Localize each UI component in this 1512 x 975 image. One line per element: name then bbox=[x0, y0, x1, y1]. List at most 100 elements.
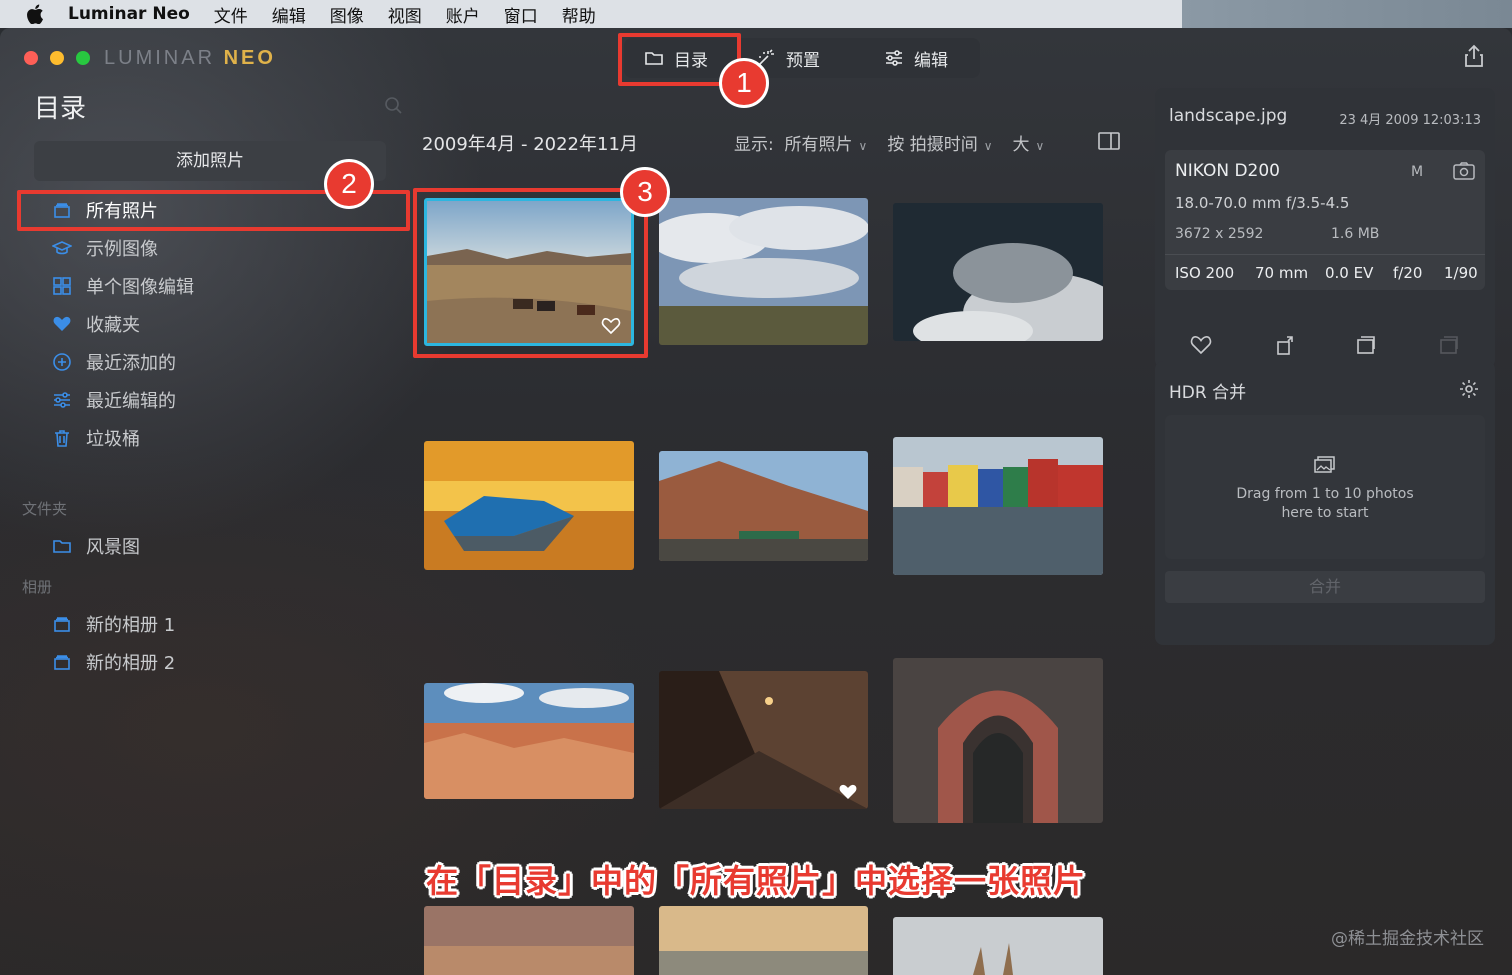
exif-box: NIKON D200 M 18.0-70.0 mm f/3.5-4.5 3672… bbox=[1165, 150, 1485, 290]
file-size: 1.6 MB bbox=[1331, 226, 1380, 242]
album-item-label: 新的相册 2 bbox=[86, 653, 176, 674]
menu-window[interactable]: 窗口 bbox=[504, 2, 538, 27]
gear-icon[interactable] bbox=[1459, 379, 1479, 399]
menu-file[interactable]: 文件 bbox=[214, 2, 248, 27]
filter-bar: 显示: 所有照片 ∨ 按 拍摄时间 ∨ 大 ∨ bbox=[734, 130, 1044, 155]
sidebar-item-label: 最近编辑的 bbox=[86, 391, 176, 412]
sidebar-item-label: 收藏夹 bbox=[86, 315, 140, 336]
photo-thumbnail[interactable] bbox=[424, 683, 634, 799]
photo-thumbnail[interactable] bbox=[424, 906, 634, 975]
chevron-down-icon: ∨ bbox=[983, 139, 993, 153]
step-badge-3: 3 bbox=[620, 167, 670, 217]
chevron-down-icon: ∨ bbox=[858, 139, 868, 153]
hdr-title: HDR 合并 bbox=[1169, 383, 1247, 403]
sidebar-item-favorites[interactable]: 收藏夹 bbox=[22, 305, 406, 343]
menu-help[interactable]: 帮助 bbox=[562, 2, 596, 27]
colorful-houses-photo bbox=[893, 437, 1103, 575]
sidebar-item-recently-edited[interactable]: 最近编辑的 bbox=[22, 381, 406, 419]
menu-app-name[interactable]: Luminar Neo bbox=[68, 4, 190, 24]
album-item[interactable]: 新的相册 2 bbox=[52, 649, 175, 675]
sort-dropdown[interactable]: 按 拍摄时间 ∨ bbox=[887, 130, 992, 155]
exif-shutter: 1/90 bbox=[1444, 264, 1478, 282]
menu-account[interactable]: 账户 bbox=[446, 2, 480, 27]
sidebar-item-recently-added[interactable]: 最近添加的 bbox=[22, 343, 406, 381]
folder-item[interactable]: 风景图 bbox=[52, 533, 140, 559]
heart-icon[interactable] bbox=[1190, 334, 1212, 356]
album-item[interactable]: 新的相册 1 bbox=[52, 611, 175, 637]
plus-circle-icon bbox=[53, 353, 71, 371]
sort-value: 按 拍摄时间 bbox=[887, 135, 978, 155]
desert-dusk-photo bbox=[424, 906, 634, 975]
photo-thumbnail[interactable] bbox=[424, 441, 634, 570]
sliders-icon bbox=[54, 392, 70, 408]
photo-info-panel: landscape.jpg 23 4月 2009 12:03:13 NIKON … bbox=[1155, 88, 1495, 368]
search-icon[interactable] bbox=[384, 96, 402, 114]
info-datetime: 23 4月 2009 12:03:13 bbox=[1339, 113, 1481, 128]
hdr-merge-panel: HDR 合并 Drag from 1 to 10 photos here to … bbox=[1155, 361, 1495, 645]
sidebar-item-label: 最近添加的 bbox=[86, 353, 176, 374]
logo-accent: NEO bbox=[223, 47, 276, 69]
watermark: @稀土掘金技术社区 bbox=[1331, 929, 1484, 949]
camera-model: NIKON D200 bbox=[1175, 161, 1280, 181]
menu-view[interactable]: 视图 bbox=[388, 2, 422, 27]
sidebar-item-single-edits[interactable]: 单个图像编辑 bbox=[22, 267, 406, 305]
merge-button[interactable]: 合并 bbox=[1165, 571, 1485, 603]
window-controls bbox=[24, 51, 90, 65]
sidebar-item-trash[interactable]: 垃圾桶 bbox=[22, 419, 406, 457]
app-window: LUMINAR NEO 目录 预置 编辑 目录 添加照片 所有照片 示例图像 单… bbox=[0, 28, 1512, 975]
photo-thumbnail[interactable] bbox=[659, 906, 868, 975]
photo-thumbnail[interactable] bbox=[893, 437, 1103, 575]
divider bbox=[1165, 254, 1485, 255]
photo-thumbnail[interactable] bbox=[659, 198, 868, 345]
copy-icon[interactable] bbox=[1355, 334, 1377, 356]
photo-thumbnail[interactable] bbox=[659, 451, 868, 561]
hdr-drop-text: Drag from 1 to 10 photos here to start bbox=[1236, 486, 1414, 521]
sidebar-item-samples[interactable]: 示例图像 bbox=[22, 229, 406, 267]
stack-icon bbox=[54, 617, 70, 632]
panel-toggle-icon[interactable] bbox=[1098, 132, 1120, 150]
sidebar-item-label: 示例图像 bbox=[86, 239, 158, 260]
apple-icon[interactable] bbox=[26, 4, 46, 25]
show-filter-label: 显示: bbox=[734, 135, 774, 155]
stack-icon bbox=[54, 655, 70, 670]
hdr-drop-zone[interactable]: Drag from 1 to 10 photos here to start bbox=[1165, 415, 1485, 559]
menu-image[interactable]: 图像 bbox=[330, 2, 364, 27]
minimize-window-button[interactable] bbox=[50, 51, 64, 65]
iceberg-sunset-photo bbox=[424, 441, 634, 570]
highlight-selected-photo bbox=[413, 188, 648, 358]
rotate-icon[interactable] bbox=[1275, 334, 1297, 356]
date-range-title: 2009年4月 - 2022年11月 bbox=[422, 134, 638, 155]
show-filter-dropdown[interactable]: 显示: 所有照片 ∨ bbox=[734, 130, 867, 155]
photo-thumbnail[interactable] bbox=[659, 671, 868, 809]
desktop-strip bbox=[1182, 0, 1512, 28]
thumb-size-value: 大 bbox=[1012, 135, 1030, 155]
photo-thumbnail[interactable] bbox=[893, 658, 1103, 823]
menubar: Luminar Neo 文件 编辑 图像 视图 账户 窗口 帮助 bbox=[0, 0, 1512, 28]
logo-main: LUMINAR bbox=[104, 47, 216, 69]
town-street-photo bbox=[659, 451, 868, 561]
zoom-window-button[interactable] bbox=[76, 51, 90, 65]
folder-item-label: 风景图 bbox=[86, 537, 140, 558]
folders-section-label: 文件夹 bbox=[22, 500, 68, 518]
heart-icon[interactable] bbox=[838, 783, 858, 801]
tab-edit[interactable]: 编辑 bbox=[856, 38, 980, 78]
sidebar-item-label: 单个图像编辑 bbox=[86, 277, 194, 298]
share-icon[interactable] bbox=[1464, 44, 1484, 68]
thumb-size-dropdown[interactable]: 大 ∨ bbox=[1013, 130, 1045, 155]
canyon-photo bbox=[424, 683, 634, 799]
smoke-photo bbox=[893, 203, 1103, 341]
menu-edit[interactable]: 编辑 bbox=[272, 2, 306, 27]
info-filename: landscape.jpg bbox=[1169, 106, 1288, 126]
tab-presets-label: 预置 bbox=[786, 50, 820, 71]
heart-icon bbox=[53, 316, 71, 331]
close-window-button[interactable] bbox=[24, 51, 38, 65]
grid-icon bbox=[53, 277, 71, 295]
graduation-cap-icon bbox=[52, 241, 72, 255]
image-dimensions: 3672 x 2592 bbox=[1175, 226, 1264, 242]
sidebar-item-label: 垃圾桶 bbox=[86, 429, 140, 450]
photo-thumbnail[interactable] bbox=[893, 917, 1103, 975]
photo-thumbnail[interactable] bbox=[893, 203, 1103, 341]
exif-iso: ISO 200 bbox=[1175, 264, 1235, 282]
step-badge-1: 1 bbox=[719, 58, 769, 108]
chevron-down-icon: ∨ bbox=[1035, 139, 1045, 153]
